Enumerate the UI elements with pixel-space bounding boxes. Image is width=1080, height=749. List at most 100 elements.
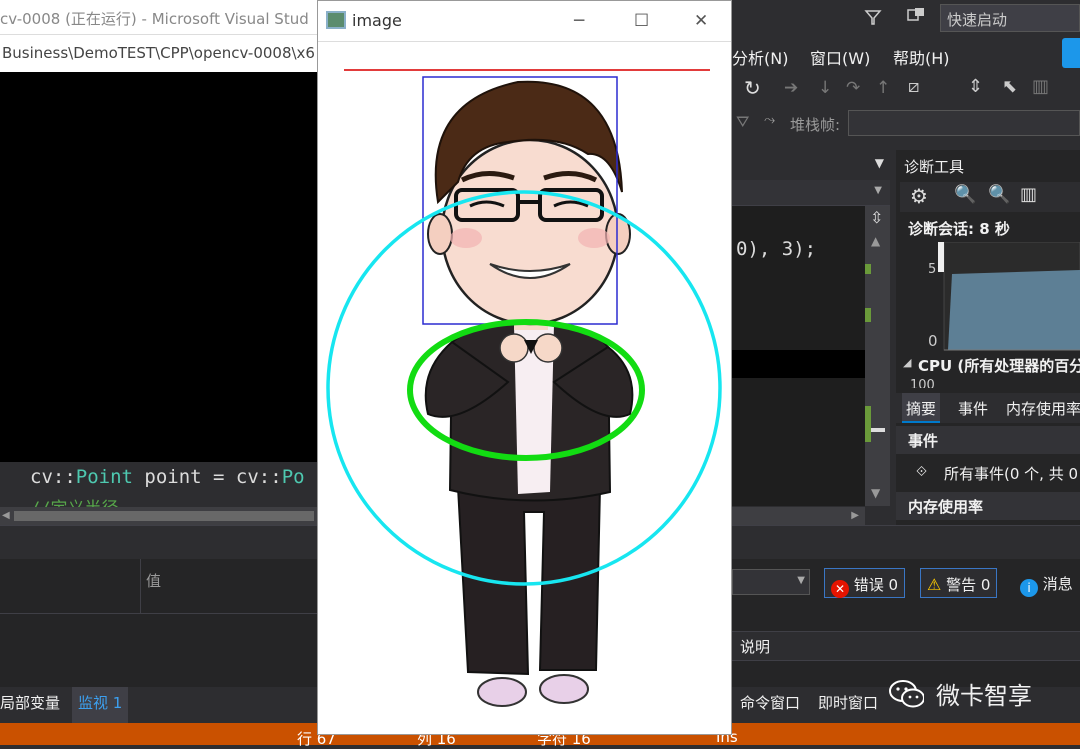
value-column-header: 值 <box>146 572 162 590</box>
change-marker <box>865 308 871 322</box>
thread-icon[interactable]: ⇕ <box>968 76 983 97</box>
scroll-up-icon[interactable]: ▲ <box>871 234 880 248</box>
editor-highlight <box>732 350 865 378</box>
errors-filter-button[interactable]: ✕ 错误 0 <box>824 568 906 598</box>
step-into-icon[interactable]: ↓ <box>818 78 832 98</box>
tab-memory[interactable]: 内存使用率 <box>1006 398 1080 419</box>
diagnostic-tools-title: 诊断工具 <box>904 158 965 176</box>
memory-graph: 5 0 <box>896 241 1080 352</box>
stack-icon[interactable]: ⤳ <box>764 112 775 128</box>
tab-locals[interactable]: 局部变量 <box>0 692 60 713</box>
messages-label: 消息 <box>1042 575 1073 593</box>
warning-icon: ⚠ <box>927 575 942 594</box>
zoom-in-icon[interactable]: 🔍 <box>954 184 976 205</box>
chevron-down-icon[interactable]: ▼ <box>875 156 884 170</box>
tab-summary[interactable]: 摘要 <box>902 393 941 423</box>
minimize-icon[interactable]: ─ <box>574 11 584 31</box>
description-column-header: 说明 <box>740 638 771 656</box>
menu-window[interactable]: 窗口(W) <box>810 45 870 69</box>
debug-toolbar: ↻ ➔ ↓ ↷ ↑ ⧄ ⇕ ⬉ ▥ <box>732 72 1080 108</box>
errors-count: 错误 0 <box>853 576 899 594</box>
code-token-type: Point <box>75 466 133 488</box>
tab-command-window[interactable]: 命令窗口 <box>740 692 800 713</box>
collapse-icon[interactable]: ◢ <box>903 356 911 369</box>
cpu-section-label[interactable]: CPU (所有处理器的百分 <box>918 355 1080 376</box>
console-output <box>0 72 320 462</box>
split-icon[interactable]: ⇳ <box>870 208 883 227</box>
stack-frame-label: 堆栈帧: <box>790 116 841 134</box>
events-icon: ⟐ <box>916 464 928 480</box>
console-window-title: cv-0008 (正在运行) - Microsoft Visual Stud <box>0 0 320 34</box>
stack-frame-dropdown[interactable] <box>848 110 1080 136</box>
account-icon[interactable] <box>1062 38 1080 68</box>
filter-icon[interactable] <box>864 8 882 26</box>
code-token: point = cv:: <box>132 466 282 488</box>
show-next-statement-icon[interactable]: ➔ <box>784 78 798 98</box>
tab-events[interactable]: 事件 <box>958 398 988 419</box>
scroll-right-icon[interactable]: ▶ <box>851 510 859 521</box>
image-window-titlebar[interactable]: image ─ ☐ ✕ <box>318 1 731 41</box>
gear-icon[interactable]: ⚙ <box>910 184 928 208</box>
menu-analyze[interactable]: 分析(N) <box>732 45 788 69</box>
scroll-left-icon[interactable]: ◀ <box>2 510 10 521</box>
column-divider <box>140 559 141 614</box>
code-line[interactable]: cv::Point point = cv::Po <box>30 466 305 488</box>
hex-display-icon[interactable]: ⧄ <box>908 76 919 97</box>
chevron-down-icon[interactable]: ▼ <box>874 185 882 196</box>
diagnostic-toolbar: ⚙ 🔍 🔍 ▥ <box>900 182 1080 212</box>
scroll-down-icon[interactable]: ▼ <box>871 486 880 500</box>
code-comment: //定义半径 <box>30 494 118 508</box>
tab-immediate-window[interactable]: 即时窗口 <box>818 692 878 713</box>
step-over-icon[interactable]: ↷ <box>846 78 860 98</box>
filter-icon[interactable]: ⛛ <box>736 112 749 132</box>
events-section-header: 事件 <box>896 426 1080 454</box>
zoom-out-icon[interactable]: 🔍 <box>988 184 1010 205</box>
close-icon[interactable]: ✕ <box>694 11 708 31</box>
maximize-icon[interactable]: ☐ <box>634 11 649 31</box>
console-path: Business\DemoTEST\CPP\opencv-0008\x6 <box>0 34 320 72</box>
chart-reset-icon[interactable]: ▥ <box>1020 184 1037 205</box>
graph-axis-zero: 0 <box>928 332 938 350</box>
image-window[interactable]: image ─ ☐ ✕ <box>317 0 732 735</box>
restart-icon[interactable]: ↻ <box>744 76 761 100</box>
memory-section-header: 内存使用率 <box>896 492 1080 520</box>
quick-launch-input[interactable]: 快速启动 <box>940 4 1080 32</box>
editor-tab-strip: ▼ <box>732 150 890 180</box>
all-events-label: 所有事件(0 个, 共 0 <box>944 465 1079 483</box>
change-marker <box>865 406 871 442</box>
vertical-scrollbar[interactable]: ⇳ ▲ ▼ <box>865 206 890 506</box>
graph-axis-top: 5 <box>928 262 937 277</box>
cpu-axis-label: 100 <box>910 378 935 388</box>
menu-help[interactable]: 帮助(H) <box>893 45 950 69</box>
image-window-title: image <box>352 11 402 30</box>
step-out-icon[interactable]: ↑ <box>876 78 890 98</box>
diagnostic-tabs: 摘要 事件 内存使用率 <box>896 393 1080 423</box>
events-row[interactable]: ⟐ 所有事件(0 个, 共 0 <box>896 456 1080 492</box>
code-fragment: 0), 3); <box>736 238 817 260</box>
code-token-type: Po <box>281 466 305 488</box>
scope-dropdown[interactable]: ▼ <box>732 569 810 595</box>
cartoon-figure-image <box>326 69 722 707</box>
chevron-down-icon: ▼ <box>797 575 805 586</box>
warnings-filter-button[interactable]: ⚠ 警告 0 <box>920 568 998 598</box>
tab-watch-1[interactable]: 监视 1 <box>72 687 129 723</box>
layout-icon[interactable]: ▥ <box>1032 76 1049 97</box>
change-marker <box>865 264 871 274</box>
scrollbar-thumb[interactable] <box>14 511 314 521</box>
diagnostic-session-label: 诊断会话: 8 秒 <box>908 220 1010 238</box>
pointer-icon[interactable]: ⬉ <box>1002 76 1017 97</box>
stack-frame-toolbar: ⛛ ⤳ 堆栈帧: <box>732 108 1080 138</box>
feedback-icon[interactable] <box>906 6 926 26</box>
memory-graph-plot <box>938 241 1080 351</box>
code-token: cv:: <box>30 466 76 488</box>
scroll-position-marker <box>871 428 885 432</box>
messages-filter-button[interactable]: i 消息 <box>1014 568 1080 598</box>
wechat-icon <box>889 680 924 708</box>
watermark-text: 微卡智享 <box>936 682 1032 710</box>
image-canvas <box>318 41 731 734</box>
error-list-header <box>732 631 1080 661</box>
navigation-bar[interactable]: ▼ <box>732 180 890 206</box>
warnings-count: 警告 0 <box>946 576 991 594</box>
info-icon: i <box>1020 579 1038 597</box>
image-app-icon <box>326 11 346 29</box>
